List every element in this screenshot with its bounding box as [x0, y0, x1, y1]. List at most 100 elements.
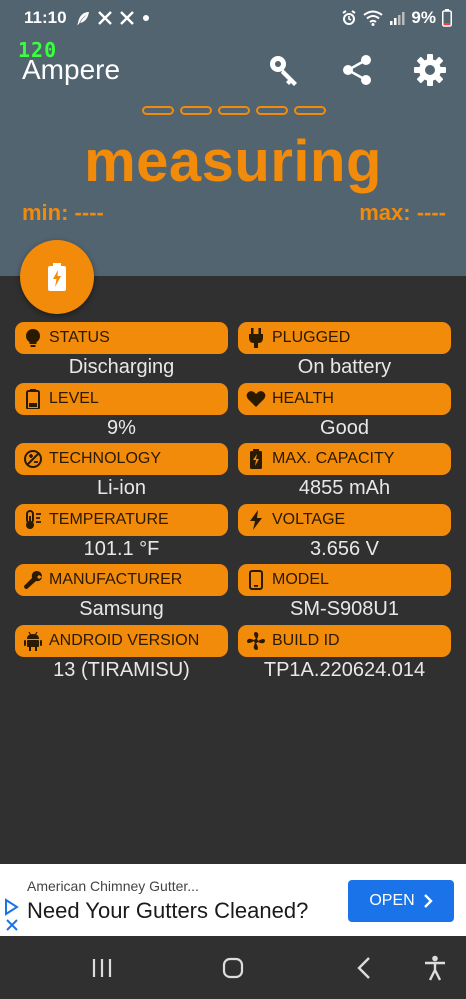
info-pill: MANUFACTURER: [15, 564, 228, 596]
info-max-capacity: MAX. CAPACITY 4855 mAh: [238, 443, 451, 504]
info-value: Discharging: [68, 356, 175, 378]
info-label: PLUGGED: [272, 329, 351, 346]
alarm-icon: [342, 10, 356, 25]
back-icon: [357, 957, 370, 979]
info-value: 4855 mAh: [298, 477, 391, 499]
accessibility-button[interactable]: [419, 952, 451, 984]
bolt-icon: [246, 509, 266, 530]
info-pill: PLUGGED: [238, 322, 451, 354]
info-voltage: VOLTAGE 3.656 V: [238, 503, 451, 565]
ad-open-button[interactable]: OPEN: [348, 880, 454, 922]
info-value: 101.1 °F: [83, 537, 160, 560]
system-nav-bar: [0, 936, 466, 999]
info-pill: ANDROID VERSION: [15, 624, 228, 657]
info-label: STATUS: [49, 329, 110, 346]
feather-icon: [76, 12, 89, 25]
info-temperature: TEMPERATURE 101.1 °F: [15, 503, 228, 565]
info-pill: LEVEL: [15, 382, 228, 415]
info-label: MODEL: [272, 571, 329, 588]
recents-button[interactable]: [86, 952, 118, 984]
signal-icon: [390, 12, 405, 25]
battery-info-grid: STATUS Discharging PLUGGED On battery LE…: [15, 322, 451, 685]
current-reading: measuring: [84, 129, 382, 194]
chevron-right-icon: [423, 894, 433, 908]
battery-fab-button[interactable]: [20, 240, 94, 314]
info-value: 9%: [107, 416, 136, 439]
ad-open-label: OPEN: [369, 892, 415, 909]
wifi-icon: [363, 10, 384, 26]
progress-dash: [218, 106, 250, 115]
notification-icons: [75, 10, 151, 26]
info-pill: MODEL: [238, 564, 451, 596]
info-value: SM-S908U1: [290, 598, 399, 620]
progress-dash: [294, 106, 326, 115]
info-label: MAX. CAPACITY: [272, 450, 395, 467]
info-pill: MAX. CAPACITY: [238, 443, 451, 475]
info-label: TECHNOLOGY: [49, 450, 162, 467]
recents-icon: [92, 959, 112, 977]
ad-advertiser: American Chimney Gutter...: [27, 878, 199, 894]
x-logo-icon: [97, 11, 112, 25]
settings-icon[interactable]: [412, 52, 448, 88]
info-pill: TECHNOLOGY: [15, 443, 228, 475]
info-label: BUILD ID: [272, 631, 340, 649]
progress-dashes: [142, 106, 326, 115]
measurement-header: Ampere measuring min: ---- max: ----: [0, 36, 466, 276]
progress-dash: [142, 106, 174, 115]
info-value: Good: [320, 416, 369, 439]
info-health: HEALTH Good: [238, 382, 451, 444]
battery-low-icon: [442, 9, 452, 27]
fps-overlay: 120: [18, 38, 58, 62]
adchoices-icon[interactable]: [3, 898, 21, 939]
info-value: Samsung: [79, 598, 164, 620]
info-label: MANUFACTURER: [49, 571, 183, 588]
info-build-id: BUILD ID TP1A.220624.014: [238, 624, 451, 686]
info-manufacturer: MANUFACTURER Samsung: [15, 564, 228, 625]
battery-percent: 9%: [411, 8, 436, 27]
info-model: MODEL SM-S908U1: [238, 564, 451, 625]
thermometer-icon: [23, 509, 43, 530]
wrench-icon: [23, 570, 43, 590]
max-reading: max: ----: [359, 200, 446, 225]
info-value: TP1A.220624.014: [263, 658, 426, 681]
home-icon: [222, 957, 244, 979]
info-technology: TECHNOLOGY Li-ion: [15, 443, 228, 504]
android-icon: [23, 631, 43, 651]
battery-charging-icon: [246, 449, 266, 469]
info-value: 3.656 V: [310, 537, 379, 560]
plug-icon: [246, 328, 266, 348]
ad-headline: Need Your Gutters Cleaned?: [27, 898, 309, 923]
status-time: 11:10: [24, 8, 67, 27]
progress-dash: [180, 106, 212, 115]
info-android-version: ANDROID VERSION 13 (TIRAMISU): [15, 624, 228, 686]
info-value: 13 (TIRAMISU): [53, 658, 190, 681]
info-label: TEMPERATURE: [49, 510, 169, 528]
status-bar: 11:10 9%: [0, 0, 466, 36]
info-plugged: PLUGGED On battery: [238, 322, 451, 383]
progress-dash: [256, 106, 288, 115]
share-icon[interactable]: [339, 52, 375, 88]
info-level: LEVEL 9%: [15, 382, 228, 444]
ad-banner[interactable]: American Chimney Gutter... Need Your Gut…: [0, 864, 466, 936]
fan-icon: [246, 631, 266, 651]
battery-icon: [23, 388, 43, 409]
back-button[interactable]: [348, 952, 380, 984]
battery-charging-icon: [48, 263, 66, 291]
min-reading: min: ----: [22, 200, 104, 225]
info-status: STATUS Discharging: [15, 322, 228, 383]
info-value: On battery: [297, 356, 392, 378]
info-pill: HEALTH: [238, 382, 451, 415]
info-pill: TEMPERATURE: [15, 503, 228, 536]
tech-icon: [23, 449, 43, 469]
info-label: LEVEL: [49, 389, 99, 407]
home-button[interactable]: [217, 952, 249, 984]
info-pill: STATUS: [15, 322, 228, 354]
info-value: Li-ion: [97, 477, 146, 499]
info-label: HEALTH: [272, 389, 334, 407]
info-pill: BUILD ID: [238, 624, 451, 657]
key-icon[interactable]: [266, 52, 302, 88]
info-label: ANDROID VERSION: [49, 631, 200, 649]
heart-icon: [246, 389, 266, 409]
dot-icon: [142, 15, 149, 21]
phone-icon: [246, 570, 266, 590]
